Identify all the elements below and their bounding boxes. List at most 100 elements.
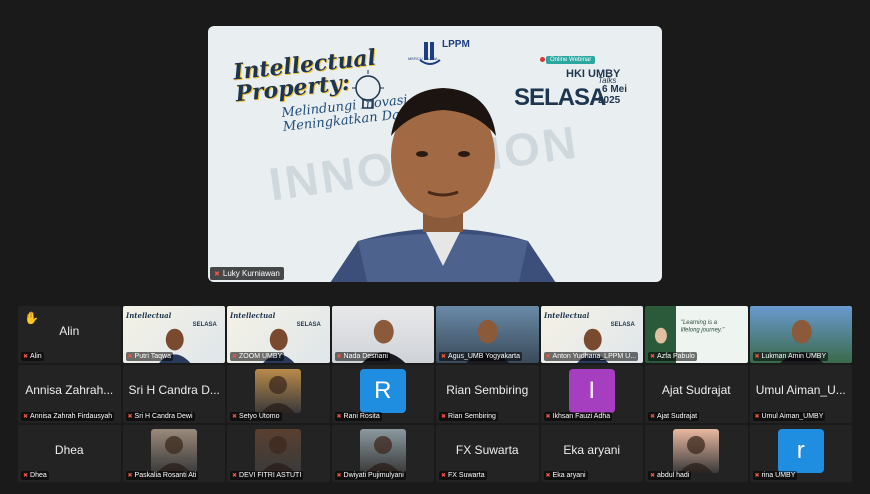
live-icon	[540, 57, 545, 62]
participant-name-tag: ✖ ZOOM UMBY	[230, 352, 285, 362]
participant-name-tag: ✖ Azfa Pabulo	[648, 352, 697, 362]
participant-tile[interactable]: r ✖ rina UMBY	[749, 424, 852, 482]
svg-text:lifelong journey.": lifelong journey."	[681, 328, 725, 334]
participant-gallery: ✋ Alin ✖ Alin Intellectual SELASA ✖ Putri Taqwa…	[18, 306, 852, 482]
mic-muted-icon: ✖	[232, 413, 238, 420]
participant-tile[interactable]: Sri H Candra D... ✖ Sri H Candra Dewi	[122, 365, 225, 423]
participant-display-name: Umul Aiman_U...	[755, 383, 846, 398]
participant-name: DEVI FITRI ASTUTI	[239, 471, 302, 479]
avatar	[359, 428, 406, 473]
mic-muted-icon: ✖	[127, 354, 133, 361]
participant-tile[interactable]: ✖ Nada Desriani	[331, 306, 434, 364]
participant-name-tag: ✖ Eka aryani	[543, 470, 588, 480]
mic-muted-icon: ✖	[336, 354, 342, 361]
participant-name: Rani Rosita	[343, 412, 380, 420]
participant-display-name: Ajat Sudrajat	[661, 383, 731, 398]
mic-muted-icon: ✖	[232, 472, 238, 479]
participant-name-tag: ✖ Lukman Amin UMBY	[752, 352, 829, 362]
mic-muted-icon: ✖	[545, 413, 551, 420]
mic-muted-icon: ✖	[214, 270, 220, 278]
participant-name-tag: ✖ Umul Aiman_UMBY	[752, 411, 826, 421]
participant-tile[interactable]: I ✖ Ikhsan Fauzi Adha	[540, 365, 643, 423]
mic-muted-icon: ✖	[650, 472, 656, 479]
svg-text:Intellectual: Intellectual	[124, 311, 171, 320]
participant-display-name: Alin	[59, 324, 80, 338]
active-speaker-video[interactable]: INNOVATION Intellectual Property: Melind…	[208, 26, 662, 282]
raised-hand-icon: ✋	[24, 311, 39, 325]
participant-name-tag: ✖ Anton Yudhana_LPPM U...	[543, 352, 639, 362]
participant-name-tag: ✖ Rian Sembiring	[439, 411, 498, 421]
avatar	[255, 428, 302, 473]
participant-name-tag: ✖ Rani Rosita	[334, 411, 382, 421]
participant-tile[interactable]: Intellectual SELASA ✖ ZOOM UMBY	[227, 306, 330, 364]
event-date: 6 Mei	[602, 84, 628, 95]
participant-tile[interactable]: ✖ Dwiyati Pujimulyani	[331, 424, 434, 482]
svg-text:SELASA: SELASA	[610, 322, 635, 328]
org-name: LPPM	[442, 39, 470, 50]
participant-tile[interactable]: Eka aryani ✖ Eka aryani	[540, 424, 643, 482]
participant-name: Paskalia Rosanti Ati	[134, 471, 197, 479]
participant-tile[interactable]: Ajat Sudrajat ✖ Ajat Sudrajat	[645, 365, 748, 423]
svg-text:Intellectual: Intellectual	[229, 311, 276, 320]
participant-name-tag: ✖ DEVI FITRI ASTUTI	[230, 470, 304, 480]
mic-muted-icon: ✖	[545, 472, 551, 479]
participant-tile[interactable]: "Learning is a lifelong journey." ✖ Azfa Pa…	[645, 306, 748, 364]
mic-muted-icon: ✖	[23, 354, 29, 361]
participant-tile[interactable]: ✖ abdul hadi	[645, 424, 748, 482]
participant-name: Putri Taqwa	[134, 353, 171, 361]
participant-name-tag: ✖ Paskalia Rosanti Ati	[125, 470, 199, 480]
mic-muted-icon: ✖	[232, 354, 238, 361]
participant-name-tag: ✖ Agus_UMB Yogyakarta	[439, 352, 523, 362]
participant-name: Dhea	[30, 471, 47, 479]
participant-tile[interactable]: ✖ Agus_UMB Yogyakarta	[436, 306, 539, 364]
participant-name: Annisa Zahrah Firdausyah	[30, 412, 113, 420]
participant-name-tag: ✖ FX Suwarta	[439, 470, 487, 480]
participant-tile[interactable]: Umul Aiman_U... ✖ Umul Aiman_UMBY	[749, 365, 852, 423]
participant-name-tag: ✖ Dhea	[21, 470, 49, 480]
participant-tile[interactable]: Intellectual SELASA ✖ Putri Taqwa	[122, 306, 225, 364]
participant-name: Umul Aiman_UMBY	[761, 412, 824, 420]
participant-name: ZOOM UMBY	[239, 353, 283, 361]
mic-muted-icon: ✖	[441, 354, 447, 361]
participant-tile[interactable]: ✖ Lukman Amin UMBY	[749, 306, 852, 364]
participant-name-tag: ✖ Dwiyati Pujimulyani	[334, 470, 406, 480]
mic-muted-icon: ✖	[127, 472, 133, 479]
avatar: I	[568, 369, 615, 414]
participant-tile[interactable]: ✖ Paskalia Rosanti Ati	[122, 424, 225, 482]
participant-name: rina UMBY	[761, 471, 796, 479]
participant-display-name: Rian Sembiring	[446, 383, 529, 398]
participant-name: abdul hadi	[657, 471, 690, 479]
mic-muted-icon: ✖	[650, 413, 656, 420]
mic-muted-icon: ✖	[23, 472, 29, 479]
participant-tile[interactable]: Intellectual SELASA ✖ Anton Yudhana_LPPM U.…	[540, 306, 643, 364]
participant-name: Eka aryani	[552, 471, 586, 479]
participant-tile[interactable]: ✖ DEVI FITRI ASTUTI	[227, 424, 330, 482]
svg-text:Intellectual: Intellectual	[542, 311, 589, 320]
participant-display-name: Annisa Zahrah...	[25, 383, 114, 398]
participant-name-tag: ✖ Putri Taqwa	[125, 352, 173, 362]
participant-tile[interactable]: Dhea ✖ Dhea	[18, 424, 121, 482]
participant-tile[interactable]: R ✖ Rani Rosita	[331, 365, 434, 423]
avatar	[673, 428, 720, 473]
avatar	[150, 428, 197, 473]
mic-muted-icon: ✖	[336, 413, 342, 420]
mic-muted-icon: ✖	[754, 472, 760, 479]
participant-tile[interactable]: FX Suwarta ✖ FX Suwarta	[436, 424, 539, 482]
participant-name: Lukman Amin UMBY	[761, 353, 827, 361]
mic-muted-icon: ✖	[441, 413, 447, 420]
participant-display-name: Eka aryani	[563, 442, 621, 457]
participant-tile[interactable]: ✋ Alin ✖ Alin	[18, 306, 121, 364]
participant-name: Ikhsan Fauzi Adha	[552, 412, 611, 420]
participant-display-name: Dhea	[54, 442, 84, 457]
org-subtitle: MERCU BUANA	[408, 56, 438, 61]
avatar: r	[777, 428, 824, 473]
svg-text:SELASA: SELASA	[297, 322, 322, 328]
mic-muted-icon: ✖	[441, 472, 447, 479]
participant-display-name: FX Suwarta	[455, 442, 519, 457]
participant-name-tag: ✖ abdul hadi	[648, 470, 692, 480]
participant-tile[interactable]: ✖ Setyo Utomo	[227, 365, 330, 423]
mic-muted-icon: ✖	[336, 472, 342, 479]
participant-tile[interactable]: Rian Sembiring ✖ Rian Sembiring	[436, 365, 539, 423]
participant-tile[interactable]: Annisa Zahrah... ✖ Annisa Zahrah Firdausya…	[18, 365, 121, 423]
webinar-badge: Online Webinar	[546, 56, 596, 64]
